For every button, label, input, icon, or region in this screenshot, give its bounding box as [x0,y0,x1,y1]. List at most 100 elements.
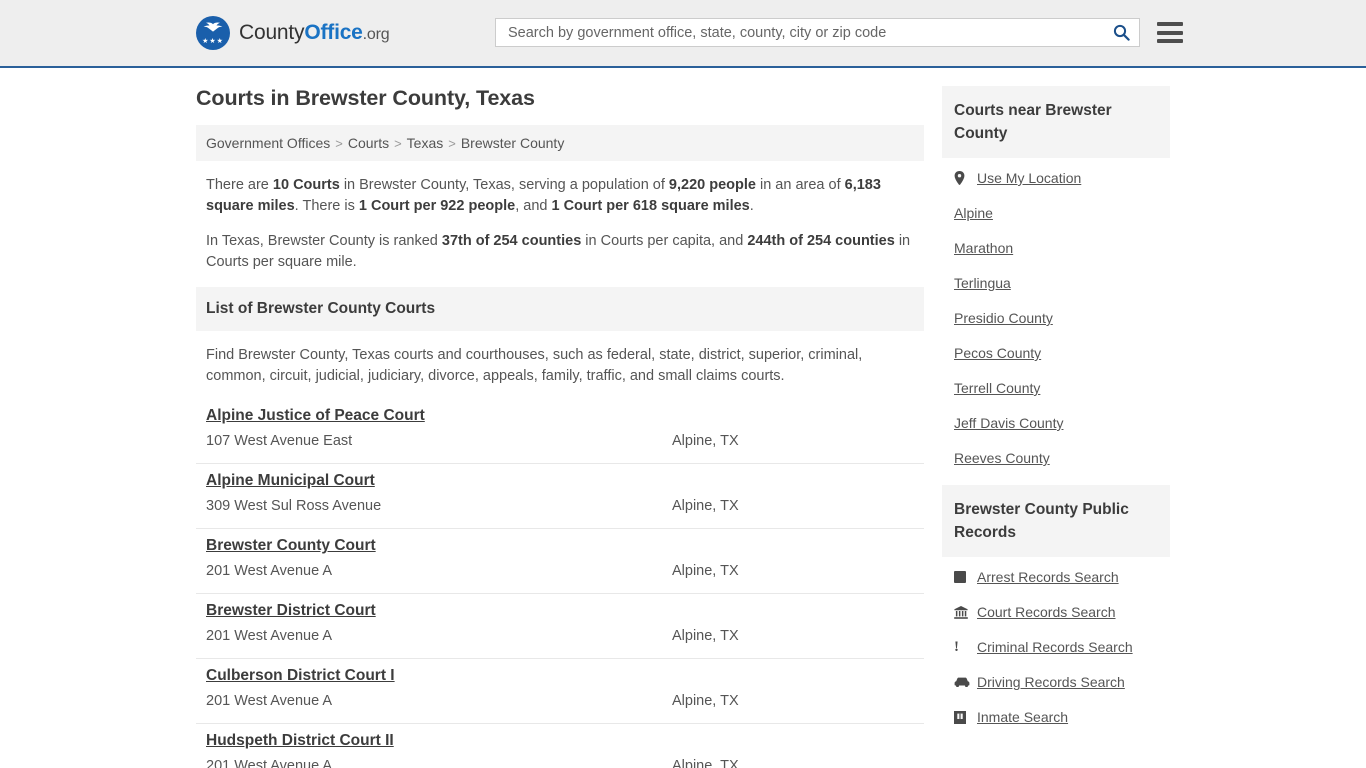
public-records-panel: Brewster County Public Records Arrest Re… [942,485,1170,725]
public-record-label[interactable]: Inmate Search [977,709,1068,725]
public-record-label[interactable]: Criminal Records Search [977,639,1133,655]
exclamation-icon: ! [954,638,959,655]
court-name-link[interactable]: Brewster County Court [206,537,376,555]
stat-rank-per-sqmi: 244th of 254 counties [747,233,895,249]
nearby-item[interactable]: Marathon [954,240,1158,256]
intro-p1-c: in Brewster County, Texas, serving a pop… [339,177,669,193]
nearby-item-label[interactable]: Jeff Davis County [954,415,1063,431]
public-record-item[interactable]: ! Criminal Records Search [954,639,1158,655]
nearby-item-label[interactable]: Reeves County [954,450,1050,466]
breadcrumb-item-texas[interactable]: Texas [407,135,444,151]
nearby-item-label[interactable]: Alpine [954,205,993,221]
breadcrumb-item-courts[interactable]: Courts [348,135,389,151]
breadcrumb-separator-3: > [448,136,456,151]
public-records-list: Arrest Records Search Court Records Searc… [942,557,1170,725]
search-icon[interactable] [1111,23,1131,43]
court-address: 201 West Avenue A [206,758,333,768]
public-record-item[interactable]: Court Records Search [954,604,1158,620]
nearby-item[interactable]: Reeves County [954,450,1158,466]
nearby-courts-list: Use My Location Alpine Marathon Terlingua Pr… [942,158,1170,466]
search-input[interactable] [506,19,1111,46]
nearby-item[interactable]: Use My Location [954,170,1158,186]
nearby-item[interactable]: Alpine [954,205,1158,221]
site-header: ★★★ CountyOffice.org [0,0,1366,68]
menu-bar-3 [1157,39,1183,43]
court-address: 309 West Sul Ross Avenue [206,498,382,514]
hamburger-menu-icon[interactable] [1157,22,1183,43]
public-record-label[interactable]: Court Records Search [977,604,1116,620]
breadcrumb-separator-2: > [394,136,402,151]
sidebar: Courts near Brewster County Use My Locat… [942,86,1170,744]
nearby-item-label[interactable]: Terrell County [954,380,1040,396]
intro-paragraph-1: There are 10 Courts in Brewster County, … [206,175,914,217]
court-name-link[interactable]: Hudspeth District Court II [206,732,394,750]
nearby-item[interactable]: Presidio County [954,310,1158,326]
breadcrumb-item-government-offices[interactable]: Government Offices [206,135,330,151]
court-list-item: Culberson District Court I 201 West Avenu… [196,659,924,724]
court-name-link[interactable]: Alpine Justice of Peace Court [206,407,425,425]
intro-p1-d: in an area of [755,177,845,193]
court-detail: 107 West Avenue East Alpine, TX [206,433,914,449]
court-list-item: Alpine Justice of Peace Court 107 West Av… [196,399,924,464]
nearby-item-label[interactable]: Use My Location [977,170,1081,186]
fingerprint-icon [954,571,972,583]
eagle-glyph [203,22,223,32]
intro-p2-c: in Courts per capita, and [581,233,748,249]
intro-p1-f: , and [515,198,552,214]
court-detail: 201 West Avenue A Alpine, TX [206,628,914,644]
court-list-item: Alpine Municipal Court 309 West Sul Ross … [196,464,924,529]
court-detail: 201 West Avenue A Alpine, TX [206,758,914,768]
search-box[interactable] [495,18,1140,47]
logo-text-office: Office [304,21,363,44]
stars-glyph: ★★★ [202,38,224,45]
court-city: Alpine, TX [672,563,739,579]
page-title: Courts in Brewster County, Texas [196,86,535,110]
intro-p1-e: . There is [294,198,359,214]
logo-text-org: .org [362,26,390,43]
list-section-description: Find Brewster County, Texas courts and c… [206,347,863,384]
public-record-label[interactable]: Driving Records Search [977,674,1125,690]
nearby-item-label[interactable]: Presidio County [954,310,1053,326]
logo-text: CountyOffice.org [239,21,390,45]
court-name-link[interactable]: Culberson District Court I [206,667,395,685]
nearby-courts-panel: Courts near Brewster County Use My Locat… [942,86,1170,466]
court-address: 201 West Avenue A [206,693,333,709]
intro-p1-g: . [749,198,754,214]
public-record-item[interactable]: Driving Records Search [954,674,1158,690]
inmate-icon [954,710,972,724]
main-column: Courts in Brewster County, Texas Governm… [196,86,924,768]
intro-p1-a: There are [206,177,273,193]
nearby-item[interactable]: Terrell County [954,380,1158,396]
court-name-link[interactable]: Brewster District Court [206,602,376,620]
public-record-item[interactable]: Arrest Records Search [954,569,1158,585]
breadcrumb-separator-1: > [335,136,343,151]
court-list-item: Brewster District Court 201 West Avenue A… [196,594,924,659]
content-container: Courts in Brewster County, Texas Governm… [196,86,1170,768]
stat-population: 9,220 people [668,177,756,193]
breadcrumb-item-brewster-county[interactable]: Brewster County [461,135,564,151]
court-city: Alpine, TX [672,758,739,768]
court-city: Alpine, TX [672,628,739,644]
menu-bar-2 [1157,30,1183,35]
nearby-item-label[interactable]: Pecos County [954,345,1041,361]
stat-per-sqmi: 1 Court per 618 square miles [551,198,750,214]
public-records-heading: Brewster County Public Records [942,485,1170,557]
court-city: Alpine, TX [672,498,739,514]
menu-bar-1 [1157,22,1183,26]
nearby-item-label[interactable]: Terlingua [954,275,1011,291]
court-city: Alpine, TX [672,433,739,449]
site-logo[interactable]: ★★★ CountyOffice.org [196,16,390,50]
court-detail: 309 West Sul Ross Avenue Alpine, TX [206,498,914,514]
nearby-item[interactable]: Terlingua [954,275,1158,291]
eagle-seal-icon: ★★★ [196,16,230,50]
stat-per-capita: 1 Court per 922 people [358,198,516,214]
nearby-item[interactable]: Pecos County [954,345,1158,361]
intro-statistics: There are 10 Courts in Brewster County, … [196,161,924,273]
nearby-item[interactable]: Jeff Davis County [954,415,1158,431]
nearby-item-label[interactable]: Marathon [954,240,1013,256]
public-record-item[interactable]: Inmate Search [954,709,1158,725]
public-record-label[interactable]: Arrest Records Search [977,569,1119,585]
court-name-link[interactable]: Alpine Municipal Court [206,472,375,490]
court-list-item: Hudspeth District Court II 201 West Avenu… [196,724,924,768]
nearby-courts-heading: Courts near Brewster County [942,86,1170,158]
